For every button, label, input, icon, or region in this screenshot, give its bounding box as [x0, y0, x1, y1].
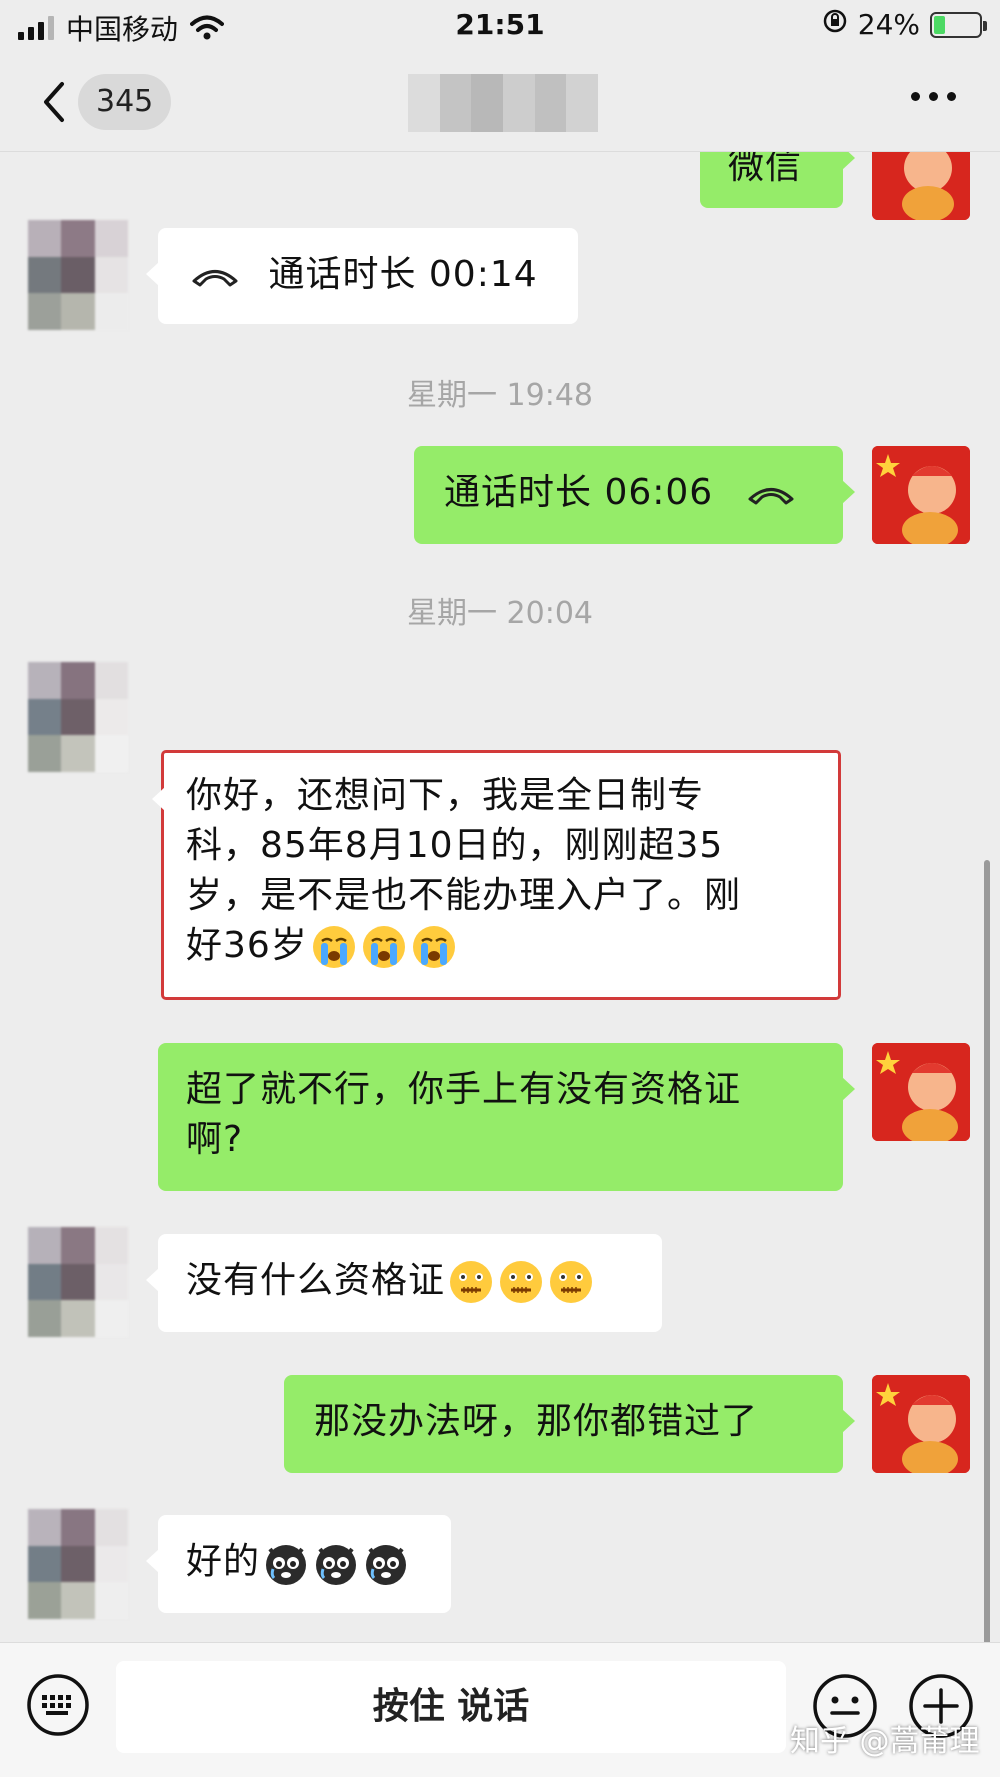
- message-incoming[interactable]: 没有什么资格证: [146, 1234, 662, 1332]
- call-record-outgoing[interactable]: 通话时长 06:06: [414, 446, 855, 544]
- scrollbar[interactable]: [984, 860, 990, 1650]
- message-incoming[interactable]: 好的: [146, 1515, 451, 1613]
- message-line: 啊?: [186, 1119, 244, 1160]
- message-line: 超了就不行，你手上有没有资格证: [186, 1069, 742, 1110]
- message-text: 好的: [186, 1541, 261, 1582]
- status-right: 24%: [822, 8, 987, 41]
- message-text: 没有什么资格证: [186, 1260, 446, 1301]
- message-line: 岁，是不是也不能办理入户了。刚: [186, 875, 742, 916]
- message-outgoing[interactable]: 超了就不行，你手上有没有资格证 啊?: [158, 1043, 855, 1191]
- contact-avatar[interactable]: [28, 220, 128, 330]
- message-outgoing-partial[interactable]: 微信: [700, 152, 855, 208]
- watermark: 知乎 @蒿莆理: [790, 1724, 980, 1759]
- battery-icon: [930, 11, 987, 38]
- zipper-mouth-emoji-icon: [450, 1261, 493, 1303]
- unread-count-badge[interactable]: 345: [78, 74, 172, 130]
- message-outgoing[interactable]: 那没办法呀，那你都错过了: [284, 1375, 855, 1473]
- zipper-mouth-emoji-icon: [500, 1261, 543, 1303]
- loudly-crying-emoji-icon: [362, 926, 405, 968]
- nav-bar: 345: [0, 52, 1000, 152]
- chat-title-obscured: [408, 74, 599, 132]
- keyboard-icon[interactable]: [26, 1673, 90, 1737]
- call-record-incoming[interactable]: 通话时长 00:14: [146, 228, 578, 324]
- contact-avatar[interactable]: [28, 1509, 128, 1619]
- message-line: 好36岁: [186, 925, 308, 966]
- weary-cat-emoji-icon: [366, 1545, 407, 1585]
- message-line: 你好，还想问下，我是全日制专: [186, 775, 705, 816]
- more-options-icon[interactable]: [911, 92, 956, 101]
- message-list[interactable]: 微信 通话时长 00:14 星期一 19:48 通话时长 06:06 星期一 2…: [0, 152, 1000, 1642]
- timestamp: 星期一 20:04: [407, 596, 593, 631]
- message-text: 微信: [728, 152, 803, 187]
- phone-hangup-icon: [192, 270, 238, 287]
- call-duration: 通话时长 06:06: [444, 472, 714, 513]
- weary-cat-emoji-icon: [316, 1545, 357, 1585]
- self-avatar[interactable]: [872, 1043, 970, 1141]
- orientation-lock-icon: [822, 8, 848, 41]
- phone-hangup-icon: [748, 488, 794, 505]
- status-bar: 中国移动 21:51 24%: [0, 0, 1000, 52]
- contact-avatar[interactable]: [28, 662, 128, 772]
- timestamp: 星期一 19:48: [407, 378, 593, 413]
- zipper-mouth-emoji-icon: [550, 1261, 593, 1303]
- back-icon[interactable]: [38, 78, 74, 126]
- call-duration: 通话时长 00:14: [268, 254, 538, 295]
- loudly-crying-emoji-icon: [412, 926, 455, 968]
- battery-percent: 24%: [857, 8, 920, 41]
- message-line: 科，85年8月10日的，刚刚超35: [186, 825, 724, 866]
- loudly-crying-emoji-icon: [312, 926, 355, 968]
- message-incoming-question[interactable]: 你好，还想问下，我是全日制专 科，85年8月10日的，刚刚超35 岁，是不是也不…: [152, 750, 841, 1000]
- contact-avatar[interactable]: [28, 1227, 128, 1337]
- self-avatar[interactable]: [872, 1375, 970, 1473]
- self-avatar[interactable]: [872, 152, 970, 220]
- weary-cat-emoji-icon: [266, 1545, 307, 1585]
- hold-to-talk-button[interactable]: 按住 说话: [116, 1661, 786, 1753]
- message-text: 那没办法呀，那你都错过了: [314, 1401, 759, 1442]
- self-avatar[interactable]: [872, 446, 970, 544]
